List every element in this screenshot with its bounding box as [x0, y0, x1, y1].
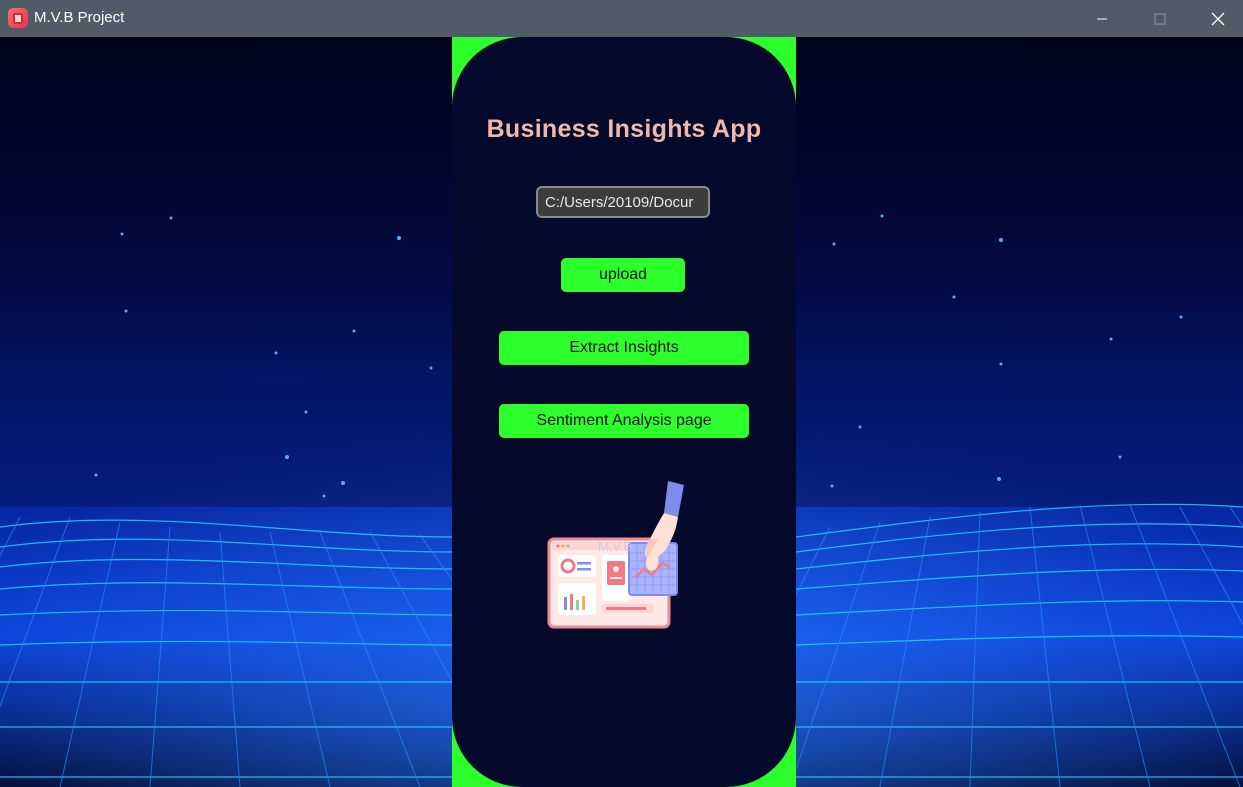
- close-icon: [1211, 12, 1225, 25]
- file-path-input[interactable]: [536, 186, 710, 218]
- minimize-button[interactable]: [1073, 0, 1131, 37]
- svg-text:M.V.B: M.V.B: [598, 539, 632, 554]
- window-title: M.V.B Project: [34, 9, 125, 26]
- main-panel: Business Insights App upload Extract Ins…: [452, 37, 796, 787]
- maximize-icon: [1154, 13, 1166, 24]
- main-panel-frame: Business Insights App upload Extract Ins…: [452, 37, 796, 787]
- app-window-content: Business Insights App upload Extract Ins…: [0, 37, 1243, 787]
- window-titlebar: M.V.B Project: [0, 0, 1243, 37]
- app-icon: [8, 8, 28, 28]
- dashboard-hand-illustration: M.V.B: [547, 481, 684, 629]
- sentiment-analysis-button[interactable]: Sentiment Analysis page: [499, 404, 749, 438]
- extract-insights-button[interactable]: Extract Insights: [499, 331, 749, 365]
- page-title: Business Insights App: [486, 115, 762, 143]
- close-button[interactable]: [1189, 0, 1243, 37]
- maximize-button[interactable]: [1131, 0, 1189, 37]
- upload-button[interactable]: upload: [561, 258, 685, 292]
- minimize-icon: [1097, 18, 1107, 19]
